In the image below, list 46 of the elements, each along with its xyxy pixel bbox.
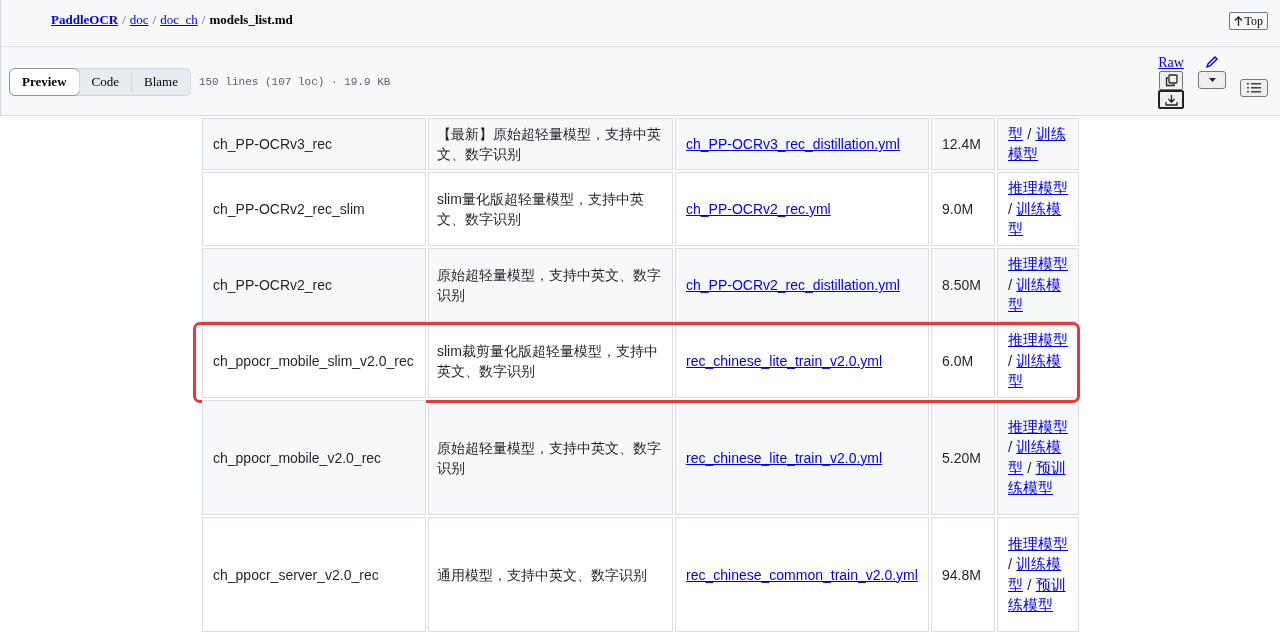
description-cell: slim裁剪量化版超轻量模型，支持中英文、数字识别	[437, 343, 658, 379]
description-cell: 原始超轻量模型，支持中英文、数字识别	[437, 439, 661, 476]
breadcrumb-separator: /	[201, 11, 206, 30]
list-icon	[1247, 83, 1261, 93]
download-icon	[1164, 93, 1178, 106]
model-name-cell: ch_ppocr_mobile_slim_v2.0_rec	[213, 353, 414, 369]
description-cell: 【最新】原始超轻量模型，支持中英文、数字识别	[437, 126, 661, 162]
pencil-icon[interactable]	[1205, 55, 1219, 69]
config-link[interactable]: rec_chinese_common_train_v2.0.yml	[686, 566, 918, 583]
view-tab[interactable]: Preview	[9, 68, 80, 96]
model-name-cell: ch_PP-OCRv2_rec_slim	[213, 201, 365, 217]
breadcrumb-link[interactable]: doc_ch	[160, 10, 198, 30]
size-cell: 94.8M	[942, 566, 981, 583]
size-cell: 6.0M	[942, 353, 974, 369]
size-cell: 9.0M	[942, 201, 974, 217]
description-cell: 原始超轻量模型，支持中英文、数字识别	[437, 267, 661, 303]
outline-button[interactable]	[1240, 79, 1268, 97]
description-cell: 通用模型，支持中英文、数字识别	[437, 566, 647, 583]
config-link[interactable]: rec_chinese_lite_train_v2.0.yml	[686, 353, 883, 369]
download-button[interactable]	[1158, 90, 1184, 109]
size-cell: 8.50M	[942, 277, 981, 293]
current-file-name: models_list.md	[209, 11, 293, 30]
copy-button[interactable]	[1159, 71, 1183, 90]
raw-link[interactable]: Raw	[1158, 55, 1184, 70]
file-info: 150 lines (107 loc) · 19.9 KB	[198, 74, 391, 90]
breadcrumb-link[interactable]: PaddleOCR	[51, 10, 119, 30]
breadcrumb-link[interactable]: doc	[129, 10, 149, 30]
breadcrumb-separator: /	[122, 11, 126, 30]
breadcrumb-separator: /	[152, 11, 157, 30]
size-cell: 5.20M	[942, 449, 981, 466]
model-name-cell: ch_ppocr_server_v2.0_rec	[213, 566, 379, 583]
view-tab[interactable]: Code	[78, 72, 131, 92]
dropdown-button[interactable]	[1198, 71, 1226, 89]
size-cell: 12.4M	[942, 136, 981, 152]
config-link[interactable]: ch_PP-OCRv2_rec.yml	[686, 201, 831, 217]
top-button[interactable]: Top	[1228, 12, 1268, 30]
model-name-cell: ch_ppocr_mobile_v2.0_rec	[213, 449, 382, 466]
copy-icon	[1164, 74, 1178, 87]
description-cell: slim量化版超轻量模型，支持中英文、数字识别	[437, 191, 644, 227]
arrow-up-icon	[1233, 15, 1243, 27]
caret-icon	[1208, 78, 1216, 82]
view-tab[interactable]: Blame	[131, 72, 190, 92]
config-link[interactable]: ch_PP-OCRv2_rec_distillation.yml	[686, 277, 900, 293]
config-link[interactable]: rec_chinese_lite_train_v2.0.yml	[686, 449, 883, 466]
model-name-cell: ch_PP-OCRv2_rec	[213, 277, 333, 293]
model-name-cell: ch_PP-OCRv3_rec	[213, 136, 333, 152]
